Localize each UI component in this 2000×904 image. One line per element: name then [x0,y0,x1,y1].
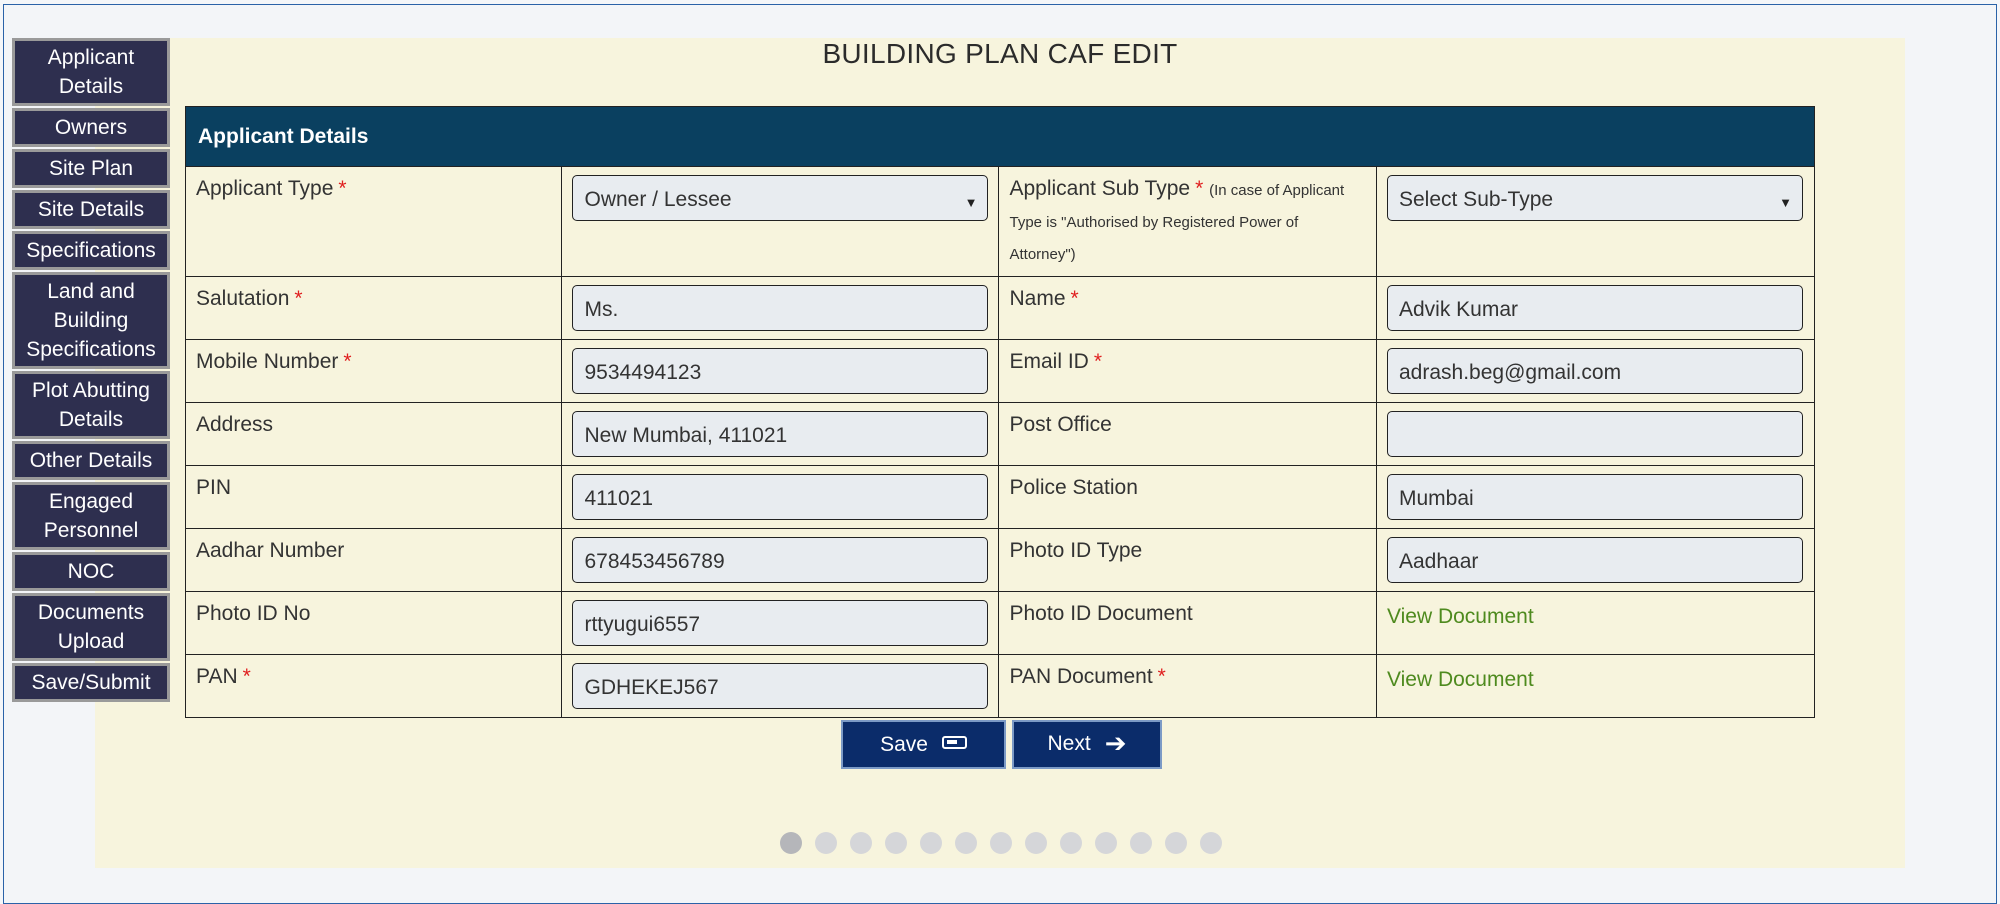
section-title: Applicant Details [185,106,1815,167]
section-header-row: Applicant Details [185,106,1815,167]
form-row: PAN * GDHEKEJ567 PAN Document * View Docum… [184,654,1816,718]
post-office-field[interactable] [1386,411,1803,457]
photo-id-no-label: Photo ID No [184,591,563,655]
sidebar-item-applicant-details[interactable]: Applicant Details [12,38,170,106]
name-field[interactable]: Advik Kumar [1386,285,1803,331]
pagination-dot[interactable] [955,832,977,854]
pan-view-document-link[interactable]: View Document [1387,668,1534,692]
applicant-sub-type-cell: Select Sub-Type ▼ [1375,166,1816,277]
mobile-label: Mobile Number * [184,339,563,403]
pagination-dot[interactable] [1130,832,1152,854]
caret-down-icon: ▼ [1779,195,1792,210]
form-row: Mobile Number * 9534494123 Email ID * adra… [184,339,1816,403]
sidebar-item-site-details[interactable]: Site Details [12,190,170,229]
required-marker: * [1093,350,1103,373]
pagination-dot[interactable] [920,832,942,854]
police-station-field[interactable]: Mumbai [1386,474,1803,520]
address-field[interactable]: New Mumbai, 411021 [572,411,989,457]
salutation-field[interactable]: Ms. [572,285,989,331]
post-office-label: Post Office [998,402,1377,466]
aadhar-label: Aadhar Number [184,528,563,592]
pagination-dot[interactable] [1025,832,1047,854]
required-marker: * [1070,287,1079,310]
sidebar-item-documents-upload[interactable]: Documents Upload [12,593,170,661]
sidebar-nav: Applicant Details Owners Site Plan Site … [12,38,170,704]
applicant-type-label: Applicant Type * [184,166,563,277]
form-row: Address New Mumbai, 411021 Post Office [184,402,1816,466]
applicant-sub-type-select[interactable]: Select Sub-Type ▼ [1386,175,1803,221]
pan-document-label: PAN Document * [998,654,1377,718]
next-button[interactable]: Next ➔ [1012,720,1162,769]
form-row: Aadhar Number 678453456789 Photo ID Type… [184,528,1816,592]
email-label: Email ID * [998,339,1377,403]
applicant-sub-type-label: Applicant Sub Type * (In case of Applican… [998,166,1377,277]
sidebar-item-specifications[interactable]: Specifications [12,231,170,270]
photo-id-no-field[interactable]: rttyugui6557 [572,600,989,646]
police-station-label: Police Station [998,465,1377,529]
address-label: Address [184,402,563,466]
mobile-field[interactable]: 9534494123 [572,348,989,394]
pagination-dot[interactable] [990,832,1012,854]
pin-field[interactable]: 411021 [572,474,989,520]
pagination-dot[interactable] [1060,832,1082,854]
required-marker: * [1157,665,1166,688]
sidebar-item-other-details[interactable]: Other Details [12,441,170,480]
photo-id-document-label: Photo ID Document [998,591,1377,655]
form-row: PIN 411021 Police Station Mumbai [184,465,1816,529]
applicant-type-select[interactable]: Owner / Lessee ▼ [572,175,989,221]
applicant-type-cell: Owner / Lessee ▼ [561,166,1000,277]
required-marker: * [1195,177,1204,200]
battery-icon [941,736,967,750]
form-row: Photo ID No rttyugui6557 Photo ID Docume… [184,591,1816,655]
save-button[interactable]: Save [841,720,1006,769]
photo-id-type-field[interactable]: Aadhaar [1386,537,1803,583]
photo-id-type-label: Photo ID Type [998,528,1377,592]
required-marker: * [343,350,352,373]
form-row: Applicant Type * Owner / Lessee ▼ Applica… [184,166,1816,277]
caret-down-icon: ▼ [964,195,978,210]
pagination-dot[interactable] [1165,832,1187,854]
sidebar-item-engaged-personnel[interactable]: Engaged Personnel [12,482,170,550]
page-title: BUILDING PLAN CAF EDIT [822,38,1178,69]
pin-label: PIN [184,465,563,529]
sidebar-item-save-submit[interactable]: Save/Submit [12,663,170,702]
pagination-dot[interactable] [815,832,837,854]
required-marker: * [294,287,303,310]
pagination-dots [780,832,1222,854]
pagination-dot[interactable] [885,832,907,854]
pagination-dot[interactable] [780,832,802,854]
required-marker: * [338,177,347,200]
applicant-details-form: Applicant Details Applicant Type * Owner … [184,106,1816,718]
aadhar-field[interactable]: 678453456789 [572,537,989,583]
photo-id-view-document-link[interactable]: View Document [1387,605,1534,629]
salutation-label: Salutation * [184,276,563,340]
name-label: Name * [998,276,1377,340]
arrow-right-icon: ➔ [1104,727,1127,758]
required-marker: * [242,665,251,688]
sidebar-item-plot-abutting-details[interactable]: Plot Abutting Details [12,371,170,439]
pagination-dot[interactable] [850,832,872,854]
sidebar-item-land-building-specifications[interactable]: Land and Building Specifications [12,272,170,369]
sidebar-item-noc[interactable]: NOC [12,552,170,591]
pan-label: PAN * [184,654,563,718]
email-field[interactable]: adrash.beg@gmail.com [1386,348,1803,394]
sidebar-item-site-plan[interactable]: Site Plan [12,149,170,188]
form-row: Salutation * Ms. Name * Advik Kumar [184,276,1816,340]
sidebar-item-owners[interactable]: Owners [12,108,170,147]
pagination-dot[interactable] [1095,832,1117,854]
pagination-dot[interactable] [1200,832,1222,854]
pan-field[interactable]: GDHEKEJ567 [572,663,989,709]
